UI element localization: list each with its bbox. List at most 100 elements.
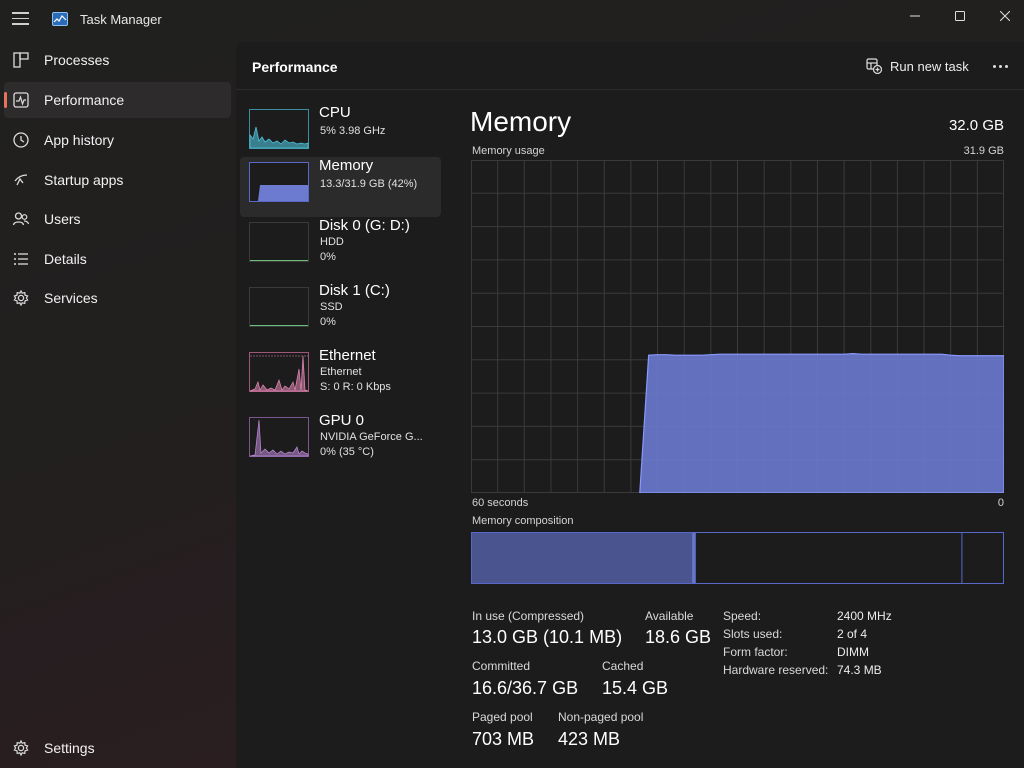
minimize-button[interactable]	[892, 0, 938, 32]
device-type: Ethernet	[320, 366, 362, 378]
device-name: Disk 1 (C:)	[319, 282, 390, 299]
sidebar-item-processes[interactable]: Processes	[4, 42, 231, 78]
sidebar-item-performance[interactable]: Performance	[4, 82, 231, 118]
sidebar-nav: Processes Performance App history Startu…	[0, 42, 236, 768]
run-new-task-button[interactable]: Run new task	[866, 54, 969, 78]
app-title: Task Manager	[80, 12, 162, 27]
spec-hw-reserved-value: 74.3 MB	[837, 663, 882, 677]
sidebar-item-label: Services	[44, 290, 98, 306]
disk-1-thumbnail-graph	[249, 287, 309, 327]
memory-composition-bar	[471, 532, 1004, 584]
task-manager-app-icon	[52, 12, 68, 26]
cached-value: 15.4 GB	[602, 678, 669, 698]
gpu-thumbnail-graph	[249, 417, 309, 457]
sidebar-item-details[interactable]: Details	[4, 241, 231, 277]
sidebar-item-label: Settings	[44, 740, 95, 756]
device-gpu-0[interactable]: GPU 0 NVIDIA GeForce G... 0% (35 °C)	[240, 412, 441, 472]
startup-apps-icon	[14, 174, 28, 186]
device-ethernet[interactable]: Ethernet Ethernet S: 0 R: 0 Kbps	[240, 347, 441, 407]
device-throughput: S: 0 R: 0 Kbps	[320, 381, 391, 393]
in-use-value: 13.0 GB (10.1 MB)	[472, 627, 623, 647]
spec-slots-label: Slots used:	[723, 627, 783, 641]
memory-usage-max: 31.9 GB	[963, 145, 1004, 157]
ethernet-thumbnail-graph	[249, 352, 309, 392]
device-detail: 13.3/31.9 GB (42%)	[320, 178, 418, 190]
device-disk-0[interactable]: Disk 0 (G: D:) HDD 0%	[240, 217, 441, 277]
device-usage: 0%	[320, 316, 336, 328]
sidebar-item-label: Users	[44, 211, 81, 227]
main-header: Performance Run new task	[236, 42, 1024, 90]
detail-title: Memory	[470, 106, 572, 137]
users-icon	[12, 212, 30, 226]
graph-axis-right-label: 0	[997, 497, 1004, 509]
memory-usage-label: Memory usage	[472, 145, 545, 157]
main-panel: Performance Run new task CPU 5% 3.98 GHz	[236, 42, 1024, 768]
sidebar-item-label: Processes	[44, 52, 110, 68]
active-indicator	[4, 92, 7, 108]
device-name: Disk 0 (G: D:)	[319, 217, 410, 234]
sidebar-item-startup-apps[interactable]: Startup apps	[4, 162, 231, 198]
details-icon	[14, 253, 28, 265]
available-value: 18.6 GB	[645, 627, 712, 647]
page-title: Performance	[252, 59, 338, 75]
device-type: SSD	[320, 301, 343, 313]
memory-thumbnail-graph	[249, 162, 309, 202]
disk-0-thumbnail-graph	[249, 222, 309, 262]
maximize-button[interactable]	[937, 0, 983, 32]
committed-label: Committed	[472, 659, 531, 673]
spec-form-factor-label: Form factor:	[723, 645, 788, 659]
spec-speed-label: Speed:	[723, 609, 762, 623]
device-model: NVIDIA GeForce G...	[320, 431, 423, 443]
performance-icon	[13, 92, 29, 108]
minimize-icon	[910, 15, 920, 17]
cpu-thumbnail-graph	[249, 109, 309, 149]
device-usage: 0%	[320, 251, 336, 263]
spec-form-factor-value: DIMM	[837, 645, 869, 659]
non-paged-pool-value: 423 MB	[558, 729, 621, 749]
run-new-task-icon	[866, 58, 882, 74]
sidebar-item-label: Performance	[44, 92, 125, 108]
memory-usage-area	[639, 353, 1004, 493]
composition-in-use	[472, 533, 694, 583]
sidebar-item-label: Startup apps	[44, 172, 124, 188]
hamburger-menu-icon[interactable]	[12, 12, 29, 26]
device-disk-1[interactable]: Disk 1 (C:) SSD 0%	[240, 282, 441, 342]
sidebar-item-label: Details	[44, 251, 87, 267]
paged-pool-label: Paged pool	[472, 710, 533, 724]
services-icon	[13, 289, 29, 307]
memory-composition-label: Memory composition	[472, 515, 574, 527]
sidebar-item-users[interactable]: Users	[4, 201, 231, 237]
sidebar-item-label: App history	[44, 132, 115, 148]
committed-value: 16.6/36.7 GB	[472, 678, 579, 698]
device-name: Ethernet	[319, 347, 376, 364]
title-bar: Task Manager	[0, 0, 1024, 40]
device-usage: 0% (35 °C)	[320, 446, 374, 458]
spec-hw-reserved-label: Hardware reserved:	[723, 663, 829, 677]
device-cpu[interactable]: CPU 5% 3.98 GHz	[240, 104, 441, 164]
processes-icon	[13, 52, 29, 68]
device-detail: 5% 3.98 GHz	[320, 125, 386, 137]
close-icon	[1000, 11, 1010, 21]
available-label: Available	[645, 609, 694, 623]
non-paged-pool-label: Non-paged pool	[558, 710, 644, 724]
sidebar-item-services[interactable]: Services	[4, 280, 231, 316]
app-history-icon	[13, 132, 29, 148]
device-name: Memory	[319, 157, 374, 174]
run-new-task-label: Run new task	[890, 58, 969, 74]
maximize-icon	[955, 11, 965, 21]
sidebar-item-app-history[interactable]: App history	[4, 122, 231, 158]
device-type: HDD	[320, 236, 344, 248]
more-options-icon[interactable]	[988, 56, 1012, 76]
spec-slots-value: 2 of 4	[837, 627, 868, 641]
in-use-label: In use (Compressed)	[472, 609, 585, 623]
device-name: CPU	[319, 104, 351, 121]
device-memory[interactable]: Memory 13.3/31.9 GB (42%)	[240, 157, 441, 217]
memory-usage-graph	[471, 160, 1004, 493]
device-name: GPU 0	[319, 412, 365, 429]
cached-label: Cached	[602, 659, 644, 673]
sidebar-item-settings[interactable]: Settings	[4, 730, 231, 766]
spec-speed-value: 2400 MHz	[837, 609, 892, 623]
close-button[interactable]	[982, 0, 1024, 32]
memory-total: 32.0 GB	[948, 117, 1004, 134]
settings-gear-icon	[13, 739, 29, 757]
